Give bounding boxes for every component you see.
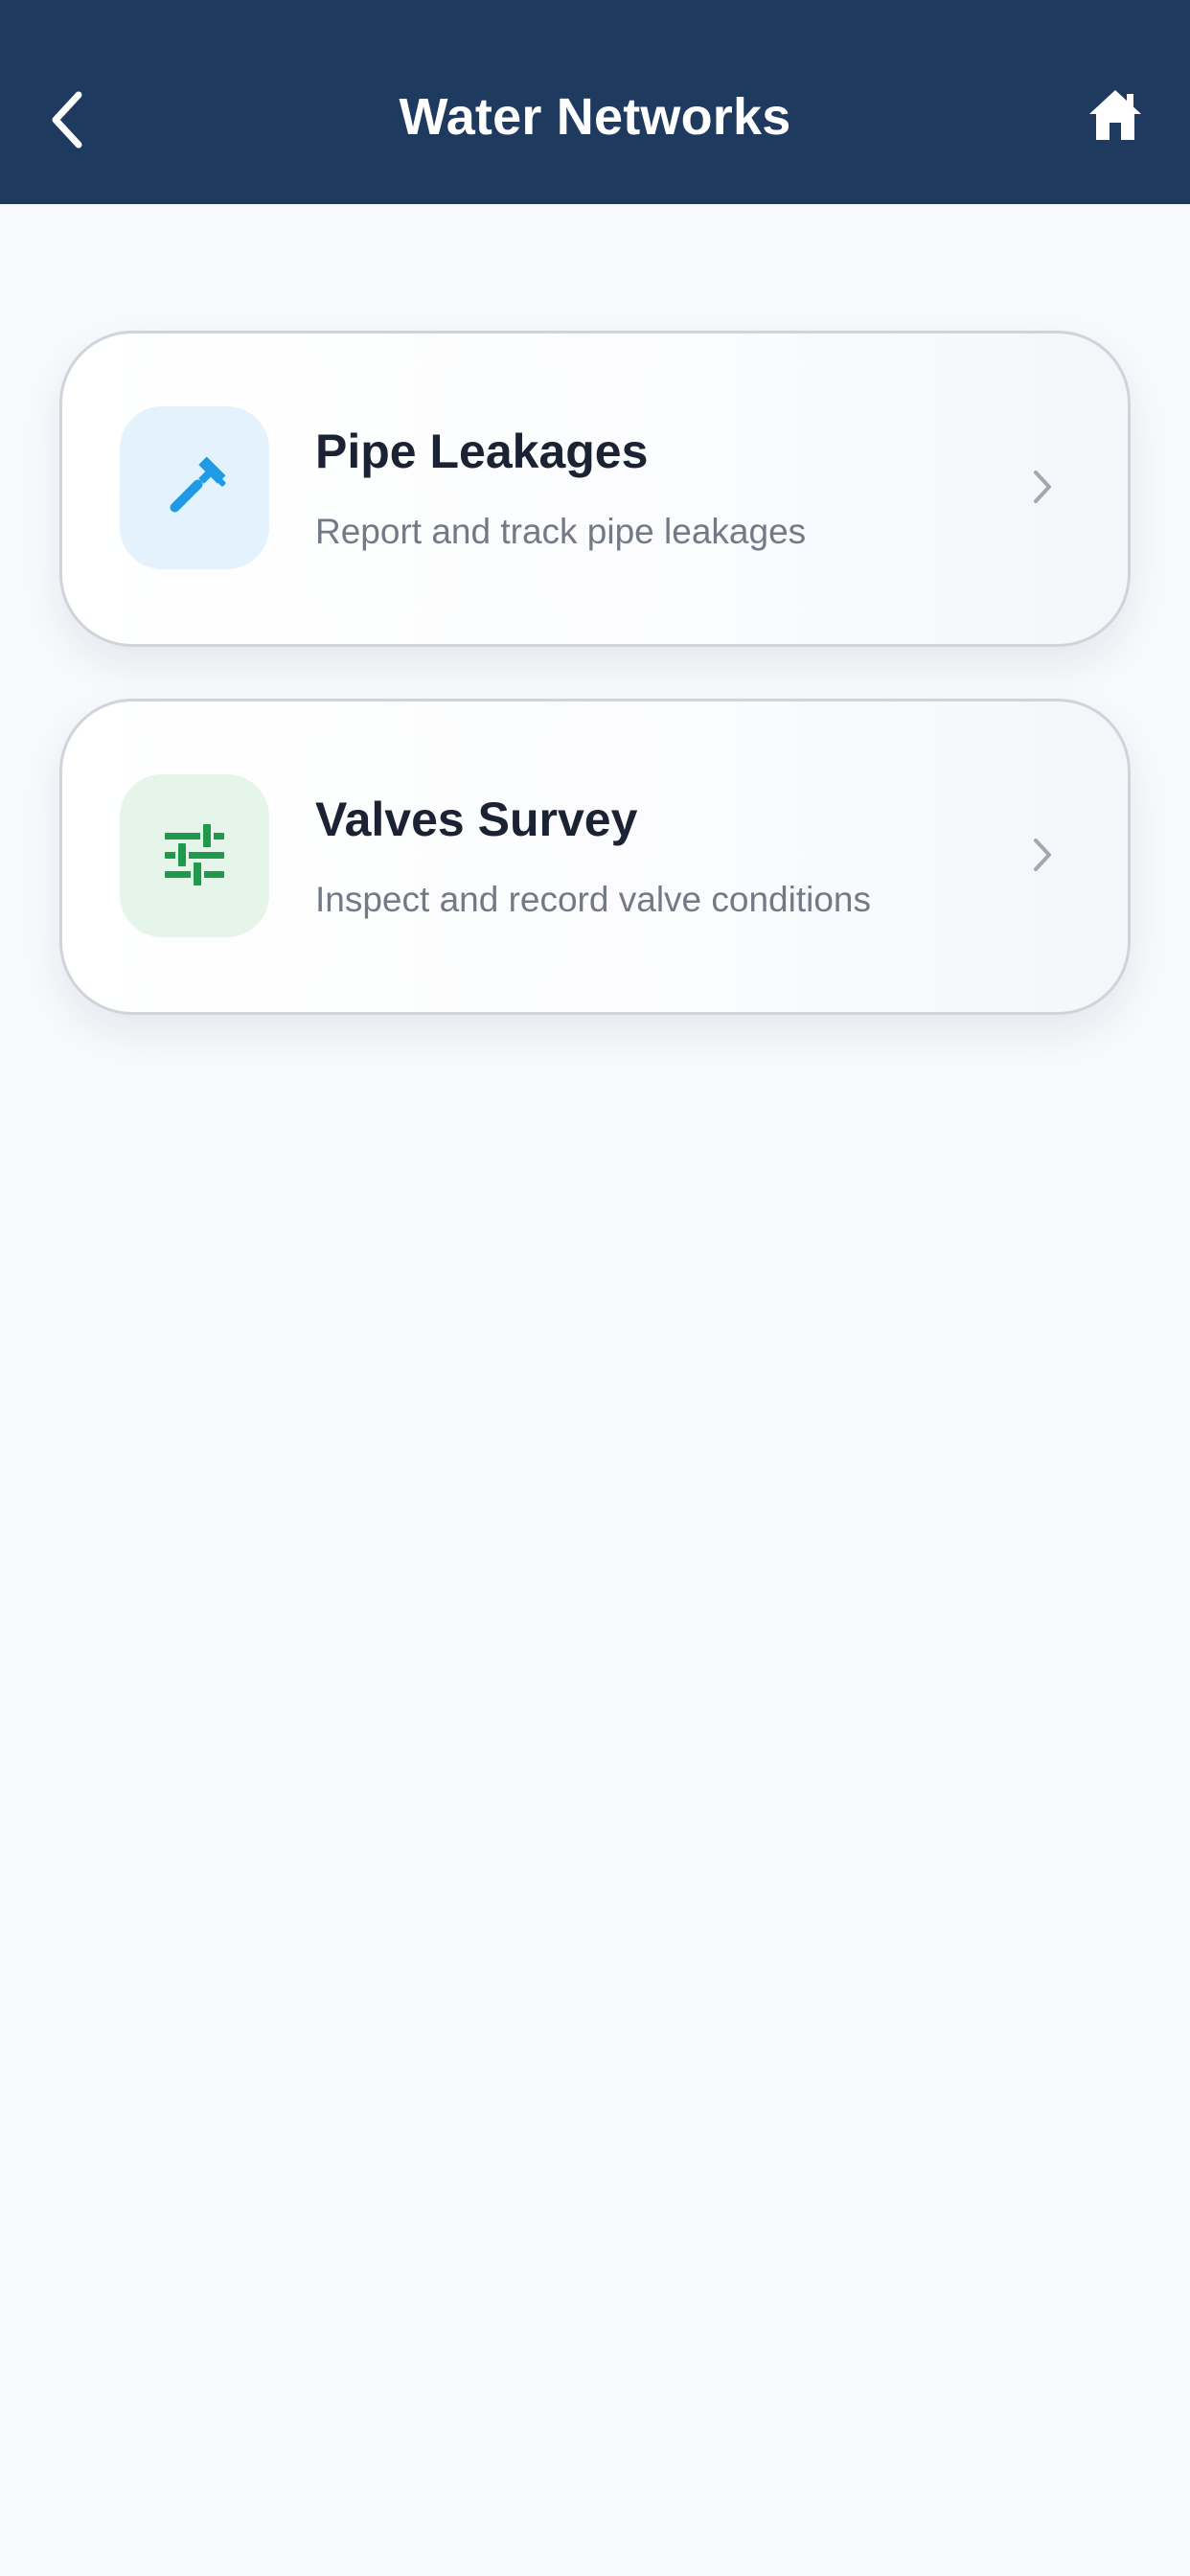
chevron-right-icon [1026, 836, 1059, 874]
main-content: Pipe Leakages Report and track pipe leak… [0, 204, 1190, 2576]
sliders-icon [165, 824, 224, 886]
wrench-icon [170, 456, 226, 513]
chevron-right-icon [1026, 468, 1059, 506]
card-title: Valves Survey [315, 793, 638, 846]
icon-tile [120, 406, 269, 569]
page-title-text: Water Networks [399, 87, 791, 146]
chevron-left-icon [52, 91, 82, 149]
menu-card-pipe-leakages[interactable]: Pipe Leakages Report and track pipe leak… [59, 331, 1131, 647]
page-title: Water Networks [0, 0, 1190, 235]
home-icon [1089, 90, 1141, 140]
card-title: Pipe Leakages [315, 425, 649, 478]
app-header: Water Networks [0, 0, 1190, 204]
card-subtitle: Inspect and record valve conditions [315, 880, 872, 919]
card-subtitle: Report and track pipe leakages [315, 512, 807, 551]
icon-tile [120, 774, 269, 937]
back-button[interactable] [48, 77, 115, 163]
home-button[interactable] [1085, 84, 1146, 146]
menu-card-valves-survey[interactable]: Valves Survey Inspect and record valve c… [59, 699, 1131, 1015]
